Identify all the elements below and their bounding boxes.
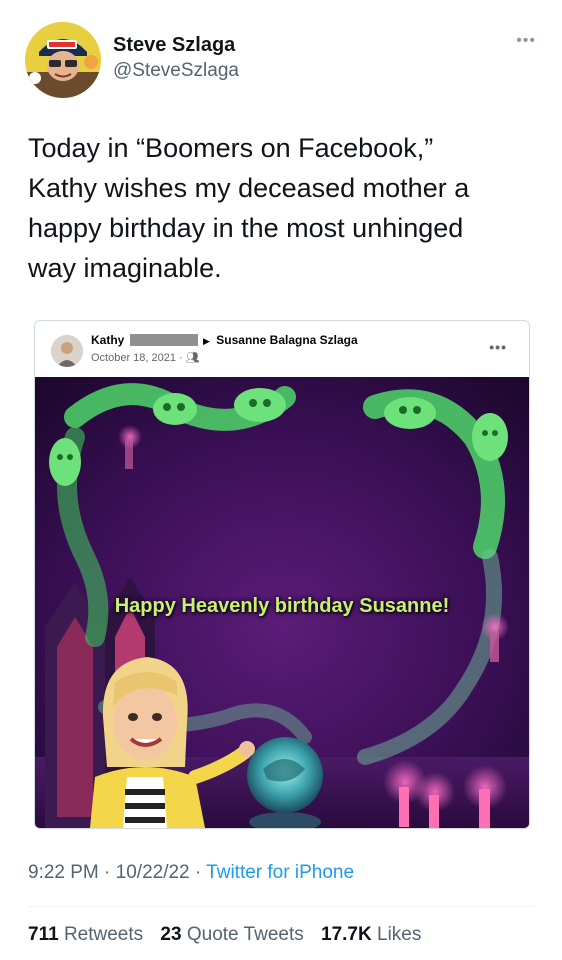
source-app-link[interactable]: Twitter for iPhone bbox=[206, 862, 354, 883]
redaction-bar bbox=[129, 334, 198, 346]
retweets-stat[interactable]: 711 Retweets bbox=[28, 924, 143, 945]
author-name[interactable]: Steve Szlaga bbox=[113, 33, 239, 57]
fb-more-icon: ••• bbox=[489, 339, 507, 355]
retweets-label: Retweets bbox=[63, 924, 144, 945]
engagement-stats: 711 Retweets 23 Quote Tweets 17.7K Likes bbox=[28, 923, 433, 947]
likes-label: Likes bbox=[377, 924, 422, 945]
arrow-right-icon: ▶ bbox=[203, 336, 210, 346]
author-avatar[interactable] bbox=[25, 22, 101, 98]
fb-post-names: Kathy ▶ Susanne Balagna Szlaga October 1… bbox=[91, 333, 358, 366]
likes-stat[interactable]: 17.7K Likes bbox=[321, 924, 421, 945]
fb-post-meta: October 18, 2021 · 👥︎ bbox=[91, 351, 358, 366]
friends-icon: 👥︎ bbox=[185, 352, 200, 364]
more-options-icon[interactable]: ••• bbox=[516, 33, 536, 49]
quote-tweets-stat[interactable]: 23 Quote Tweets bbox=[160, 924, 303, 945]
likes-count: 17.7K bbox=[321, 924, 372, 945]
fb-post-date: October 18, 2021 · bbox=[91, 352, 183, 364]
quotes-count: 23 bbox=[160, 924, 182, 945]
retweets-count: 711 bbox=[28, 924, 59, 945]
separator: · bbox=[189, 862, 207, 883]
divider bbox=[28, 906, 534, 907]
tweet-date[interactable]: 10/22/22 bbox=[116, 862, 190, 883]
fb-poster-name: Kathy bbox=[91, 333, 125, 347]
tweet-text: Today in “Boomers on Facebook,” Kathy wi… bbox=[28, 133, 470, 283]
fb-post-header: Kathy ▶ Susanne Balagna Szlaga October 1… bbox=[35, 321, 529, 377]
card-caption: Happy Heavenly birthday Susanne! bbox=[114, 595, 450, 617]
quotes-label: Quote Tweets bbox=[186, 924, 304, 945]
birthday-card-image: Happy Heavenly birthday Susanne! bbox=[35, 377, 529, 828]
tweet-media-image[interactable]: Kathy ▶ Susanne Balagna Szlaga October 1… bbox=[34, 320, 530, 829]
tweet-timestamp: 9:22 PM · 10/22/22 · Twitter for iPhone bbox=[28, 861, 354, 885]
fb-poster-avatar bbox=[51, 335, 83, 367]
author-block: Steve Szlaga @SteveSzlaga bbox=[113, 33, 239, 83]
tweet-time[interactable]: 9:22 PM bbox=[28, 862, 99, 883]
separator: · bbox=[98, 862, 116, 883]
fb-recipient-name: Susanne Balagna Szlaga bbox=[216, 333, 358, 347]
author-handle[interactable]: @SteveSzlaga bbox=[113, 59, 239, 83]
